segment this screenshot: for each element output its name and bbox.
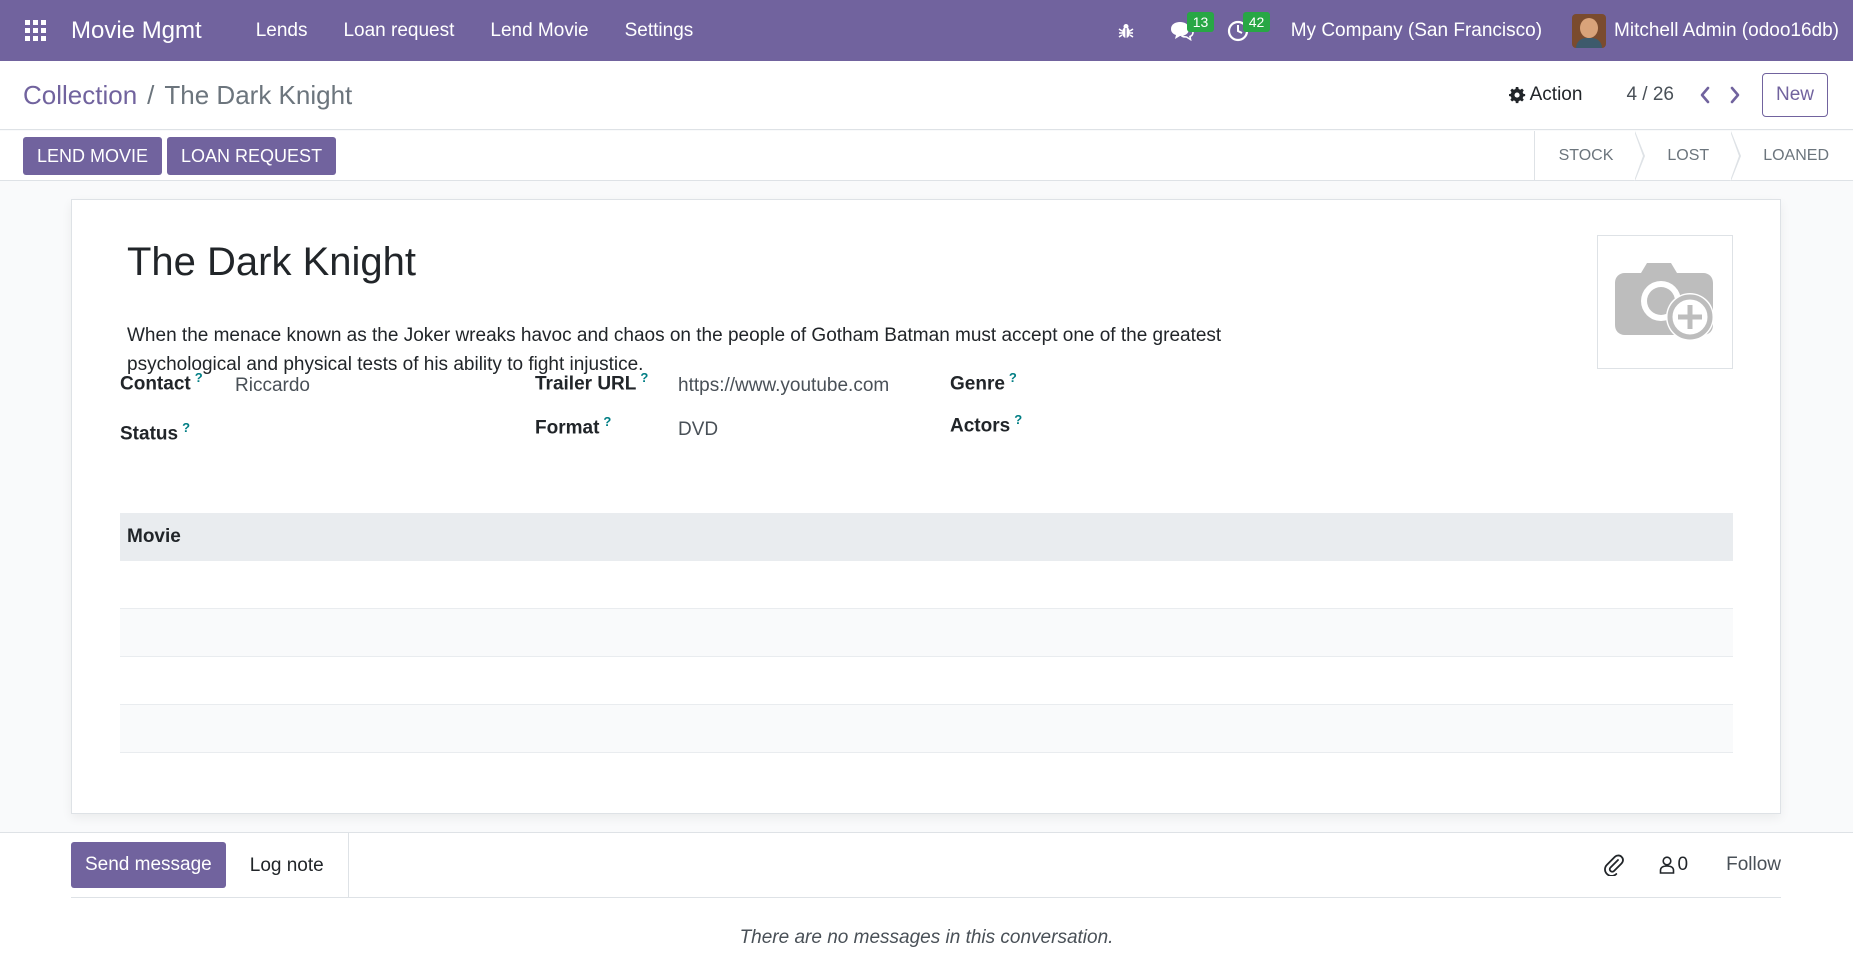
actors-label: Actors? bbox=[950, 412, 1023, 437]
send-message-button[interactable]: Send message bbox=[71, 842, 226, 888]
activities-count-badge: 42 bbox=[1242, 12, 1271, 32]
contact-label: Contact? bbox=[120, 370, 203, 395]
follow-button[interactable]: Follow bbox=[1726, 854, 1781, 876]
user-menu[interactable]: Mitchell Admin (odoo16db) bbox=[1614, 20, 1839, 42]
pager-value[interactable]: 4 / 26 bbox=[1626, 84, 1674, 106]
form-statusbar: LEND MOVIE LOAN REQUEST STOCK LOST LOANE… bbox=[0, 130, 1853, 181]
table-row bbox=[120, 561, 1733, 609]
table-row bbox=[120, 657, 1733, 705]
table-header-movie[interactable]: Movie bbox=[120, 513, 1733, 561]
menu-item-loan-request[interactable]: Loan request bbox=[325, 20, 472, 42]
pager-previous-icon[interactable] bbox=[1690, 86, 1720, 104]
genre-label: Genre? bbox=[950, 370, 1017, 395]
table-row bbox=[120, 609, 1733, 657]
stage-lost[interactable]: LOST bbox=[1637, 130, 1741, 181]
help-tooltip-icon[interactable]: ? bbox=[640, 370, 648, 385]
new-record-button[interactable]: New bbox=[1761, 73, 1828, 117]
app-name[interactable]: Movie Mgmt bbox=[71, 17, 202, 45]
apps-menu-icon[interactable] bbox=[0, 0, 71, 61]
breadcrumb-separator: / bbox=[147, 79, 155, 110]
table-row bbox=[120, 705, 1733, 753]
movie-table: Movie bbox=[120, 513, 1733, 753]
action-menu-button[interactable]: Action bbox=[1508, 84, 1583, 106]
log-note-button[interactable]: Log note bbox=[226, 832, 349, 898]
pager-next-icon[interactable] bbox=[1720, 86, 1750, 104]
stage-loaned[interactable]: LOANED bbox=[1733, 131, 1853, 181]
chatter: Send message Log note 0 Follow There are… bbox=[0, 832, 1853, 964]
breadcrumb-collection-link[interactable]: Collection bbox=[23, 80, 137, 111]
followers-count: 0 bbox=[1677, 854, 1689, 875]
company-switcher[interactable]: My Company (San Francisco) bbox=[1291, 20, 1542, 42]
debug-bug-icon[interactable] bbox=[1101, 0, 1151, 61]
user-avatar[interactable] bbox=[1572, 13, 1607, 48]
chatter-topbar: Send message Log note 0 Follow bbox=[71, 832, 1781, 898]
action-label: Action bbox=[1529, 84, 1583, 105]
breadcrumb: Collection / The Dark Knight bbox=[23, 80, 352, 111]
messages-chat-icon[interactable]: 13 bbox=[1157, 0, 1215, 61]
status-label: Status? bbox=[120, 420, 191, 445]
top-navbar: Movie Mgmt Lends Loan request Lend Movie… bbox=[0, 0, 1853, 61]
help-tooltip-icon[interactable]: ? bbox=[182, 420, 190, 435]
image-upload[interactable] bbox=[1597, 235, 1733, 369]
lend-movie-button[interactable]: LEND MOVIE bbox=[23, 136, 163, 175]
help-tooltip-icon[interactable]: ? bbox=[1009, 370, 1017, 385]
activities-clock-icon[interactable]: 42 bbox=[1213, 0, 1271, 61]
main-menu: Lends Loan request Lend Movie Settings bbox=[238, 20, 712, 42]
breadcrumb-current-record: The Dark Knight bbox=[164, 79, 353, 110]
record-title[interactable]: The Dark Knight bbox=[127, 240, 416, 285]
empty-conversation-text: There are no messages in this conversati… bbox=[739, 927, 1114, 948]
followers-button[interactable]: 0 bbox=[1659, 854, 1689, 876]
status-stages: STOCK LOST LOANED bbox=[1533, 130, 1853, 181]
gear-icon bbox=[1508, 86, 1526, 104]
help-tooltip-icon[interactable]: ? bbox=[195, 370, 203, 385]
format-field[interactable]: DVD bbox=[678, 419, 898, 441]
loan-request-button[interactable]: LOAN REQUEST bbox=[167, 136, 337, 175]
control-panel: Collection / The Dark Knight Action 4 / … bbox=[0, 61, 1853, 130]
trailer-url-label: Trailer URL? bbox=[535, 370, 649, 395]
actors-field[interactable] bbox=[1072, 417, 1372, 441]
stage-stock[interactable]: STOCK bbox=[1535, 130, 1646, 181]
paperclip-icon[interactable] bbox=[1603, 854, 1625, 876]
menu-item-settings[interactable]: Settings bbox=[607, 20, 712, 42]
record-description[interactable]: When the menace known as the Joker wreak… bbox=[127, 321, 1257, 379]
help-tooltip-icon[interactable]: ? bbox=[603, 414, 611, 429]
camera-plus-icon bbox=[1613, 255, 1717, 350]
format-label: Format? bbox=[535, 414, 612, 439]
status-field[interactable] bbox=[235, 422, 465, 446]
form-sheet: The Dark Knight When the menace known as… bbox=[71, 199, 1781, 814]
help-tooltip-icon[interactable]: ? bbox=[1014, 412, 1022, 427]
contact-field[interactable]: Riccardo bbox=[235, 375, 465, 397]
menu-item-lend-movie[interactable]: Lend Movie bbox=[472, 20, 606, 42]
messages-count-badge: 13 bbox=[1186, 12, 1215, 32]
trailer-url-field[interactable]: https://www.youtube.com bbox=[678, 375, 898, 397]
genre-field[interactable] bbox=[1072, 375, 1372, 399]
menu-item-lends[interactable]: Lends bbox=[238, 20, 326, 42]
user-icon bbox=[1659, 856, 1675, 874]
